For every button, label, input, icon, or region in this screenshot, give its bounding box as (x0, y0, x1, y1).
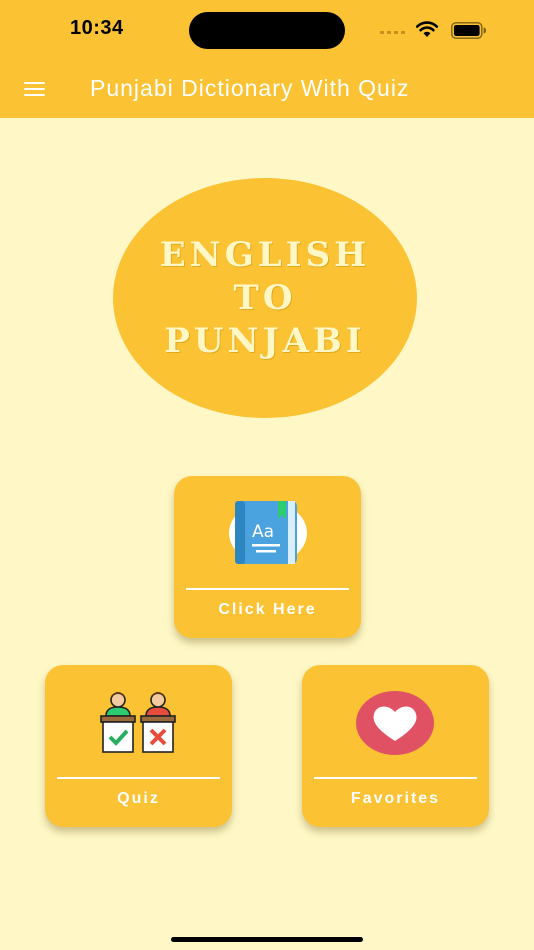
dictionary-card[interactable]: Aa Click Here (174, 476, 361, 638)
quiz-card[interactable]: Quiz (45, 665, 232, 827)
quiz-podium-icon (100, 692, 176, 753)
quiz-card-label: Quiz (117, 790, 160, 807)
dictionary-card-label: Click Here (218, 601, 317, 618)
home-indicator (171, 937, 363, 942)
favorites-card-label: Favorites (350, 790, 441, 807)
card-divider (186, 588, 349, 590)
dictionary-book-icon: Aa (229, 501, 307, 564)
hamburger-menu-icon[interactable] (24, 81, 46, 97)
app-title: Punjabi Dictionary With Quiz (90, 75, 410, 101)
banner-line-2: TO (233, 277, 297, 318)
cellular-signal-icon (380, 24, 408, 34)
favorites-card[interactable]: Favorites (302, 665, 489, 827)
card-divider (57, 777, 220, 779)
svg-text:Aa: Aa (252, 522, 274, 542)
banner-line-1: ENGLISH (159, 234, 371, 275)
dynamic-island (189, 12, 345, 49)
app-header: 10:34 Punjabi Dictionary With Quiz (0, 0, 534, 118)
battery-icon (451, 22, 487, 39)
english-to-punjabi-banner[interactable]: ENGLISH TO PUNJABI (113, 178, 417, 418)
card-divider (314, 777, 477, 779)
status-time: 10:34 (70, 17, 124, 39)
banner-line-3: PUNJABI (164, 320, 366, 361)
heart-icon (356, 691, 434, 755)
wifi-icon (415, 21, 439, 37)
